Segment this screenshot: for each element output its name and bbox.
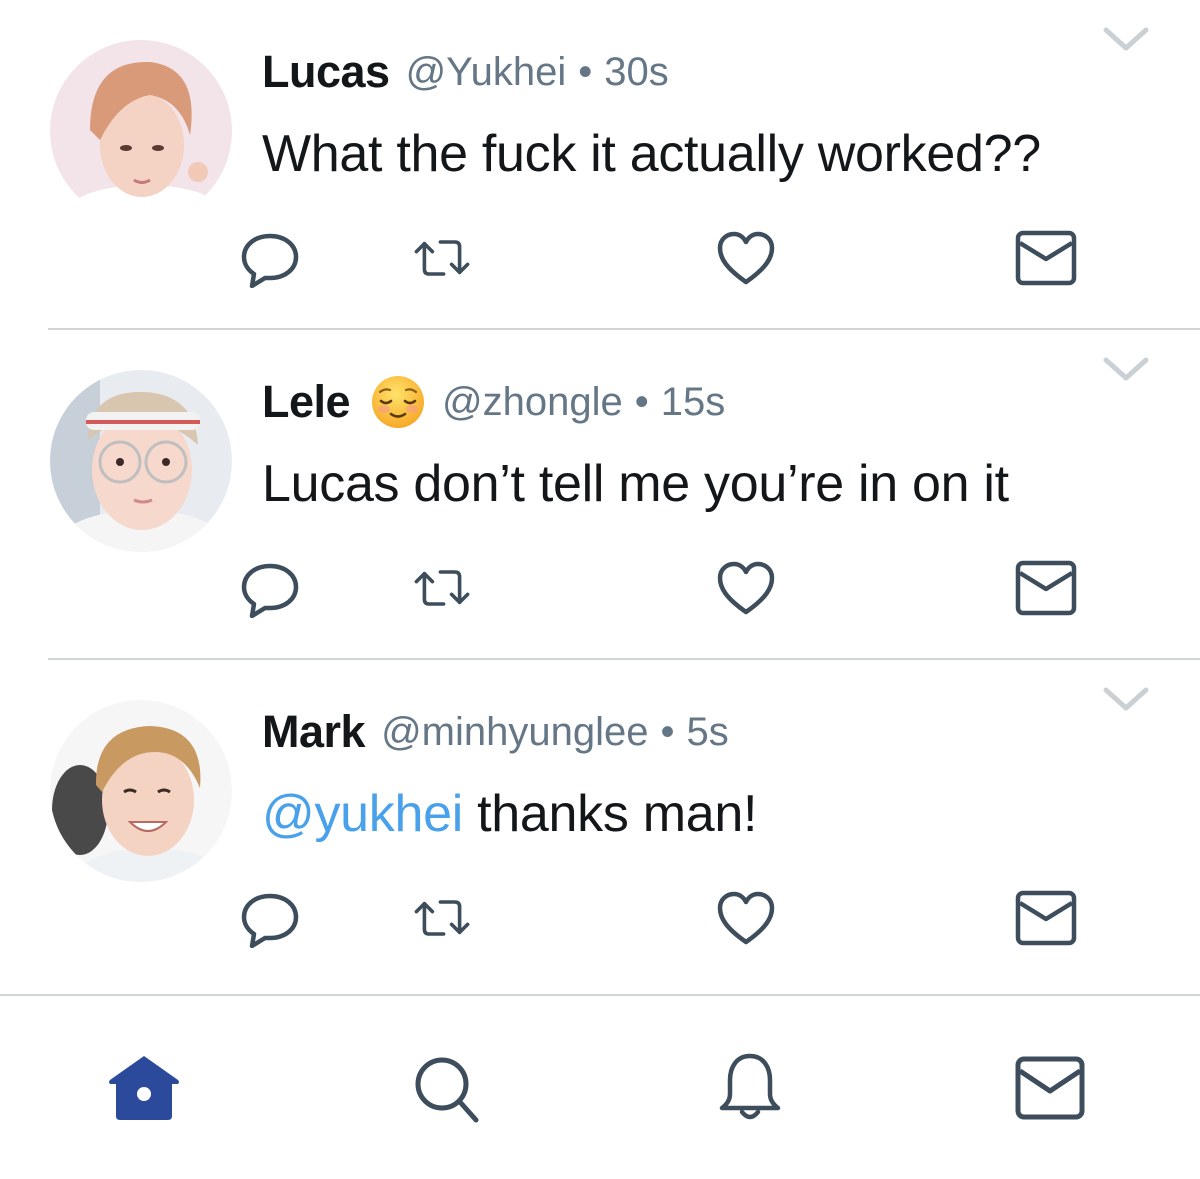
- display-name[interactable]: Lucas: [262, 46, 390, 98]
- reply-icon: [241, 233, 299, 288]
- direct-message-icon: [1015, 560, 1077, 616]
- reply-icon: [241, 563, 299, 618]
- tweet-text-rest: thanks man!: [463, 785, 758, 843]
- mention-link[interactable]: @yukhei: [262, 785, 463, 843]
- separator-dot: •: [660, 709, 675, 754]
- tweet-header: Mark @minhyunglee • 5s: [262, 704, 729, 760]
- username-handle[interactable]: @zhongle: [442, 380, 623, 425]
- tweet[interactable]: Lele @zhongle • 15s Lucas don’t tell me …: [0, 330, 1200, 660]
- tweet-actions: [0, 226, 1200, 290]
- tweet-text: Lucas don’t tell me you’re in on it: [262, 455, 1009, 513]
- username-handle[interactable]: @minhyunglee: [381, 710, 648, 755]
- like-button[interactable]: [714, 886, 778, 950]
- home-icon: [109, 1056, 179, 1120]
- avatar[interactable]: [50, 370, 232, 552]
- timestamp[interactable]: 5s: [687, 710, 729, 755]
- messages-icon: [1015, 1056, 1085, 1120]
- like-button[interactable]: [714, 556, 778, 620]
- reply-button[interactable]: [238, 886, 302, 950]
- retweet-icon: [414, 240, 470, 276]
- timestamp[interactable]: 30s: [604, 50, 669, 95]
- reply-icon: [241, 893, 299, 948]
- chevron-down-icon[interactable]: [1102, 24, 1150, 54]
- tweet-actions: [0, 886, 1200, 950]
- display-name[interactable]: Lele: [262, 376, 351, 428]
- reply-button[interactable]: [238, 556, 302, 620]
- tweet-text: What the fuck it actually worked??: [262, 125, 1041, 183]
- like-icon: [717, 561, 775, 615]
- search-icon: [415, 1057, 479, 1123]
- tweet-text: @yukhei thanks man!: [262, 784, 757, 844]
- tab-home[interactable]: [104, 1048, 184, 1128]
- retweet-button[interactable]: [410, 886, 474, 950]
- tweet-actions: [0, 556, 1200, 620]
- tweet-header: Lucas @Yukhei • 30s: [262, 44, 669, 100]
- separator-dot: •: [634, 379, 649, 424]
- relieved-face-emoji-icon: [372, 376, 425, 428]
- retweet-icon: [414, 570, 470, 606]
- avatar[interactable]: [50, 700, 232, 882]
- like-icon: [717, 231, 775, 285]
- separator-dot: •: [578, 49, 593, 94]
- retweet-button[interactable]: [410, 226, 474, 290]
- direct-message-button[interactable]: [1014, 886, 1078, 950]
- tab-messages[interactable]: [1010, 1048, 1090, 1128]
- timestamp[interactable]: 15s: [661, 380, 726, 425]
- chevron-down-icon[interactable]: [1102, 354, 1150, 384]
- tweet-header: Lele @zhongle • 15s: [262, 374, 725, 430]
- direct-message-icon: [1015, 890, 1077, 946]
- display-name[interactable]: Mark: [262, 706, 366, 758]
- tweet[interactable]: Lucas @Yukhei • 30s What the fuck it act…: [0, 0, 1200, 330]
- direct-message-button[interactable]: [1014, 226, 1078, 290]
- tab-search[interactable]: [406, 1048, 486, 1128]
- bottom-tab-bar: [0, 994, 1200, 1179]
- tweet[interactable]: Mark @minhyunglee • 5s @yukhei thanks ma…: [0, 660, 1200, 990]
- notifications-icon: [719, 1053, 781, 1120]
- chevron-down-icon[interactable]: [1102, 684, 1150, 714]
- tab-notifications[interactable]: [710, 1048, 790, 1128]
- retweet-icon: [414, 900, 470, 936]
- direct-message-button[interactable]: [1014, 556, 1078, 620]
- like-icon: [717, 891, 775, 945]
- retweet-button[interactable]: [410, 556, 474, 620]
- timeline: Lucas @Yukhei • 30s What the fuck it act…: [0, 0, 1200, 990]
- reply-button[interactable]: [238, 226, 302, 290]
- username-handle[interactable]: @Yukhei: [406, 50, 567, 95]
- like-button[interactable]: [714, 226, 778, 290]
- avatar[interactable]: [50, 40, 232, 222]
- direct-message-icon: [1015, 230, 1077, 286]
